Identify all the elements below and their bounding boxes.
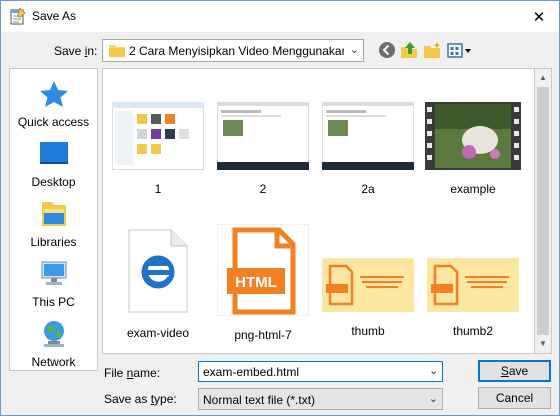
libraries-icon — [41, 202, 66, 226]
save-in-dropdown[interactable]: 2 Cara Menyisipkan Video Menggunakan HTI… — [102, 39, 364, 62]
save-as-type-label: Save as type: — [104, 392, 177, 406]
file-name-input[interactable] — [198, 361, 443, 382]
place-this-pc[interactable]: This PC — [10, 259, 97, 309]
screenshot-thumbnail — [111, 101, 205, 171]
file-item-1[interactable]: 1 — [108, 101, 208, 196]
screenshot-thumbnail — [321, 101, 415, 171]
edge-file-icon — [128, 229, 188, 313]
network-icon — [43, 321, 64, 347]
html-file-icon: HTML — [216, 223, 310, 317]
file-list-scrollbar[interactable]: ▲ ▼ — [534, 68, 552, 354]
file-list[interactable]: 1 2 2a example exam-video HTML png-html-… — [102, 68, 534, 354]
view-menu-icon[interactable] — [447, 41, 473, 59]
folder-icon — [109, 45, 125, 57]
place-quick-access[interactable]: Quick access — [10, 79, 97, 129]
close-icon: ✕ — [532, 8, 546, 26]
file-item-2[interactable]: 2 — [213, 101, 313, 196]
scroll-up-icon[interactable]: ▲ — [539, 73, 547, 82]
current-folder-name: 2 Cara Menyisipkan Video Menggunakan HTI — [129, 44, 344, 58]
screenshot-thumbnail — [216, 101, 310, 171]
close-button[interactable]: ✕ — [519, 1, 559, 32]
star-icon — [39, 81, 68, 107]
place-desktop[interactable]: Desktop — [10, 139, 97, 189]
chevron-down-icon: ⌄ — [349, 44, 359, 56]
up-folder-icon[interactable] — [400, 41, 418, 59]
svg-text:HTML: HTML — [235, 274, 277, 291]
title-bar[interactable]: Save As ✕ — [1, 1, 559, 32]
video-thumbnail — [425, 102, 521, 170]
back-icon[interactable] — [378, 41, 396, 59]
notepad-icon — [10, 7, 26, 25]
file-item-png-html-7[interactable]: HTML png-html-7 — [213, 223, 313, 342]
scrollbar-thumb[interactable] — [537, 87, 549, 335]
save-button[interactable]: Save — [478, 360, 551, 382]
file-item-thumb2[interactable]: thumb2 — [423, 258, 523, 338]
file-item-2a[interactable]: 2a — [318, 101, 418, 196]
scroll-down-icon[interactable]: ▼ — [539, 339, 547, 348]
computer-icon — [41, 261, 66, 285]
save-in-label: Save in: — [54, 44, 98, 58]
places-bar: Quick access Desktop Libraries This PC N… — [9, 68, 98, 371]
desktop-icon — [39, 142, 68, 164]
chevron-down-icon: ⌄ — [428, 393, 438, 405]
place-network[interactable]: Network — [10, 319, 97, 369]
save-as-type-value: Normal text file (*.txt) — [203, 393, 316, 407]
file-item-thumb[interactable]: thumb — [318, 258, 418, 338]
html-thumbnail — [427, 258, 519, 312]
html-thumbnail — [322, 258, 414, 312]
window-title: Save As — [32, 9, 77, 23]
file-item-example[interactable]: example — [423, 102, 523, 196]
save-as-type-dropdown[interactable]: Normal text file (*.txt) ⌄ — [198, 388, 443, 410]
file-item-exam-video[interactable]: exam-video — [108, 228, 208, 340]
save-as-dialog: Save As ✕ Save in: 2 Cara Menyisipkan Vi… — [0, 0, 560, 416]
place-libraries[interactable]: Libraries — [10, 199, 97, 249]
chevron-down-icon[interactable]: ⌄ — [429, 364, 438, 377]
new-folder-icon[interactable] — [423, 41, 441, 59]
file-name-label: File name: — [104, 366, 161, 380]
cancel-button[interactable]: Cancel — [478, 387, 551, 409]
